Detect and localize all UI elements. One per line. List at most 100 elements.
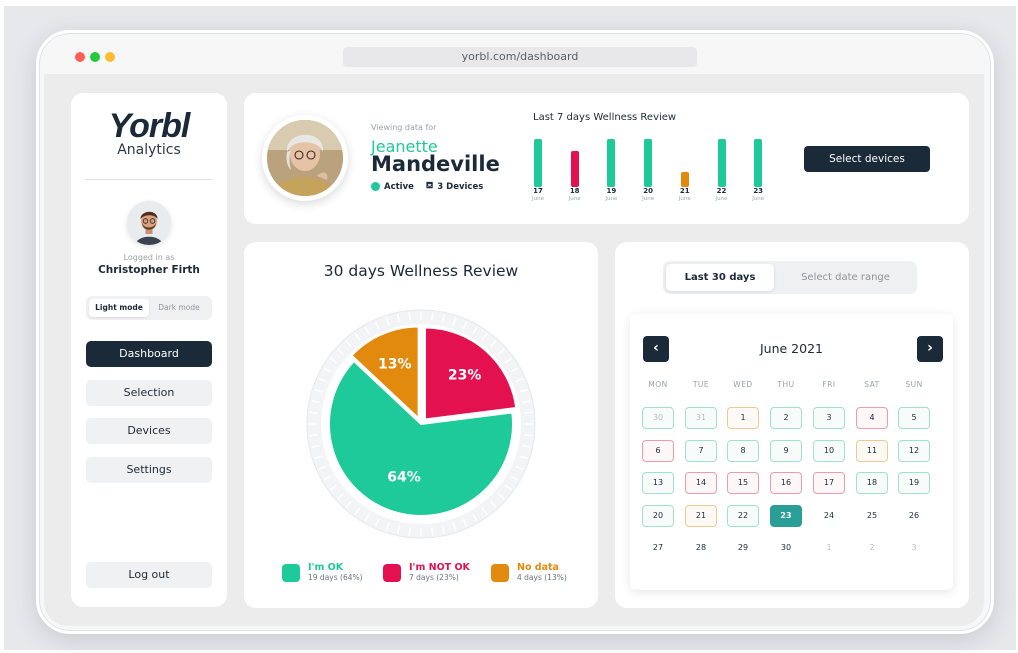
calendar-day[interactable]: 29 <box>727 537 759 559</box>
select-date-range-tab[interactable]: Select date range <box>777 264 914 291</box>
nav-dashboard[interactable]: Dashboard <box>86 341 212 367</box>
monthly-review-panel: 30 days Wellness Review 23% 64% 13% I'm OK… <box>244 242 598 608</box>
calendar-widget: ‹ June 2021 › MON TUE WED THU FRI SAT SUN 30 31 1… <box>630 314 953 590</box>
app-logo[interactable]: Yorbl Analytics <box>71 107 227 158</box>
logout-button[interactable]: Log out <box>86 562 212 588</box>
user-avatar-image <box>127 201 171 245</box>
pie-ring-tick <box>309 434 318 437</box>
week-day-label: 21 <box>679 187 690 195</box>
week-day-label: 22 <box>716 187 727 195</box>
calendar-day[interactable]: 25 <box>856 505 888 527</box>
pie-slice-ok-label: 64% <box>387 469 421 485</box>
patient-avatar <box>262 115 348 201</box>
calendar-day[interactable]: 30 <box>770 537 802 559</box>
calendar-day[interactable]: 10 <box>813 440 845 462</box>
legend-no-data-label: No data <box>517 562 559 573</box>
legend-ok-detail: 19 days (64%) <box>308 573 363 582</box>
nav-settings[interactable]: Settings <box>86 457 212 483</box>
calendar-day[interactable]: 3 <box>898 537 930 559</box>
calendar-day[interactable]: 13 <box>642 472 674 494</box>
pie-ring-tick <box>524 434 533 437</box>
dark-mode-button[interactable]: Dark mode <box>149 299 209 317</box>
calendar-day[interactable]: 17 <box>813 472 845 494</box>
legend-not-ok: I'm NOT OK 7 days (23%) <box>383 562 470 582</box>
last-30-days-tab[interactable]: Last 30 days <box>666 264 774 291</box>
chevron-right-icon: › <box>927 340 933 356</box>
calendar-day[interactable]: 11 <box>856 440 888 462</box>
calendar-day[interactable]: 4 <box>856 407 888 429</box>
calendar-day[interactable]: 16 <box>770 472 802 494</box>
calendar-day[interactable]: 2 <box>770 407 802 429</box>
week-month-label: June <box>715 196 728 202</box>
calendar-day[interactable]: 18 <box>856 472 888 494</box>
legend-ok-label: I'm OK <box>308 562 344 573</box>
calendar-day[interactable]: 20 <box>642 505 674 527</box>
legend-no-data-swatch <box>491 564 509 582</box>
sidebar: Yorbl Analytics Logged in as Christopher… <box>71 93 227 607</box>
calendar-day-selected[interactable]: 23 <box>770 505 802 527</box>
browser-titlebar: yorbl.com/dashboard <box>44 38 984 74</box>
pie-slice-no-data-label: 13% <box>378 356 412 372</box>
calendar-day[interactable]: 8 <box>727 440 759 462</box>
week-bar-23 <box>754 139 763 187</box>
week-bar-18 <box>570 151 579 187</box>
date-range-toggle: Last 30 days Select date range <box>663 261 917 294</box>
light-mode-button[interactable]: Light mode <box>89 299 149 317</box>
nav-devices[interactable]: Devices <box>86 418 212 444</box>
maximize-window-button[interactable] <box>90 52 100 62</box>
select-devices-button[interactable]: Select devices <box>804 146 930 172</box>
weekday-header: MON <box>648 380 668 389</box>
calendar-day[interactable]: 14 <box>685 472 717 494</box>
week-day-label: 17 <box>533 187 543 195</box>
calendar-day[interactable]: 1 <box>727 407 759 429</box>
calendar-day[interactable]: 7 <box>685 440 717 462</box>
week-month-label: June <box>752 196 765 202</box>
pie-chart-title: 30 days Wellness Review <box>323 262 519 280</box>
week-day-label: 23 <box>753 187 764 195</box>
calendar-day[interactable]: 28 <box>685 537 717 559</box>
pie-ring-tick <box>431 527 434 536</box>
week-month-label: June <box>642 196 655 202</box>
legend-ok: I'm OK 19 days (64%) <box>282 562 363 582</box>
legend-not-ok-swatch <box>383 564 401 582</box>
calendar-day[interactable]: 1 <box>813 537 845 559</box>
logged-in-user-name: Christopher Firth <box>98 264 200 276</box>
calendar-day[interactable]: 31 <box>685 407 717 429</box>
calendar-day[interactable]: 9 <box>770 440 802 462</box>
logo-wordmark: Yorbl <box>108 107 191 145</box>
next-month-button[interactable]: › <box>917 336 943 362</box>
calendar-day[interactable]: 22 <box>727 505 759 527</box>
legend-ok-swatch <box>282 564 300 582</box>
weekday-header: FRI <box>822 380 836 389</box>
calendar-day[interactable]: 24 <box>813 505 845 527</box>
devices-count: 3 Devices <box>437 181 484 192</box>
minimize-window-button[interactable] <box>105 52 115 62</box>
calendar-day[interactable]: 19 <box>898 472 930 494</box>
weekday-header: THU <box>777 380 795 389</box>
calendar-day[interactable]: 26 <box>898 505 930 527</box>
calendar-day[interactable]: 15 <box>727 472 759 494</box>
week-day-label: 19 <box>606 187 617 195</box>
user-avatar[interactable] <box>127 201 171 245</box>
calendar-day[interactable]: 27 <box>642 537 674 559</box>
calendar-day[interactable]: 30 <box>642 407 674 429</box>
calendar-day[interactable]: 3 <box>813 407 845 429</box>
legend-no-data-detail: 4 days (13%) <box>517 573 567 582</box>
week-bar-21 <box>680 172 689 187</box>
nav-selection[interactable]: Selection <box>86 380 212 406</box>
week-review-bars <box>530 131 770 187</box>
address-bar[interactable]: yorbl.com/dashboard <box>343 47 697 67</box>
viewing-data-label: Viewing data for <box>371 123 437 132</box>
week-month-label: June <box>568 196 581 202</box>
calendar-day[interactable]: 21 <box>685 505 717 527</box>
calendar-day[interactable]: 6 <box>642 440 674 462</box>
wellness-pie-chart: 23% 64% 13% <box>306 309 536 539</box>
close-window-button[interactable] <box>75 52 85 62</box>
calendar-day[interactable]: 12 <box>898 440 930 462</box>
active-status-label: Active <box>384 181 414 192</box>
pie-ring-tick <box>408 312 411 321</box>
patient-status-row: Active ⛾ 3 Devices <box>371 181 483 192</box>
calendar-day[interactable]: 2 <box>856 537 888 559</box>
devices-icon: ⛾ <box>425 181 434 191</box>
calendar-day[interactable]: 5 <box>898 407 930 429</box>
